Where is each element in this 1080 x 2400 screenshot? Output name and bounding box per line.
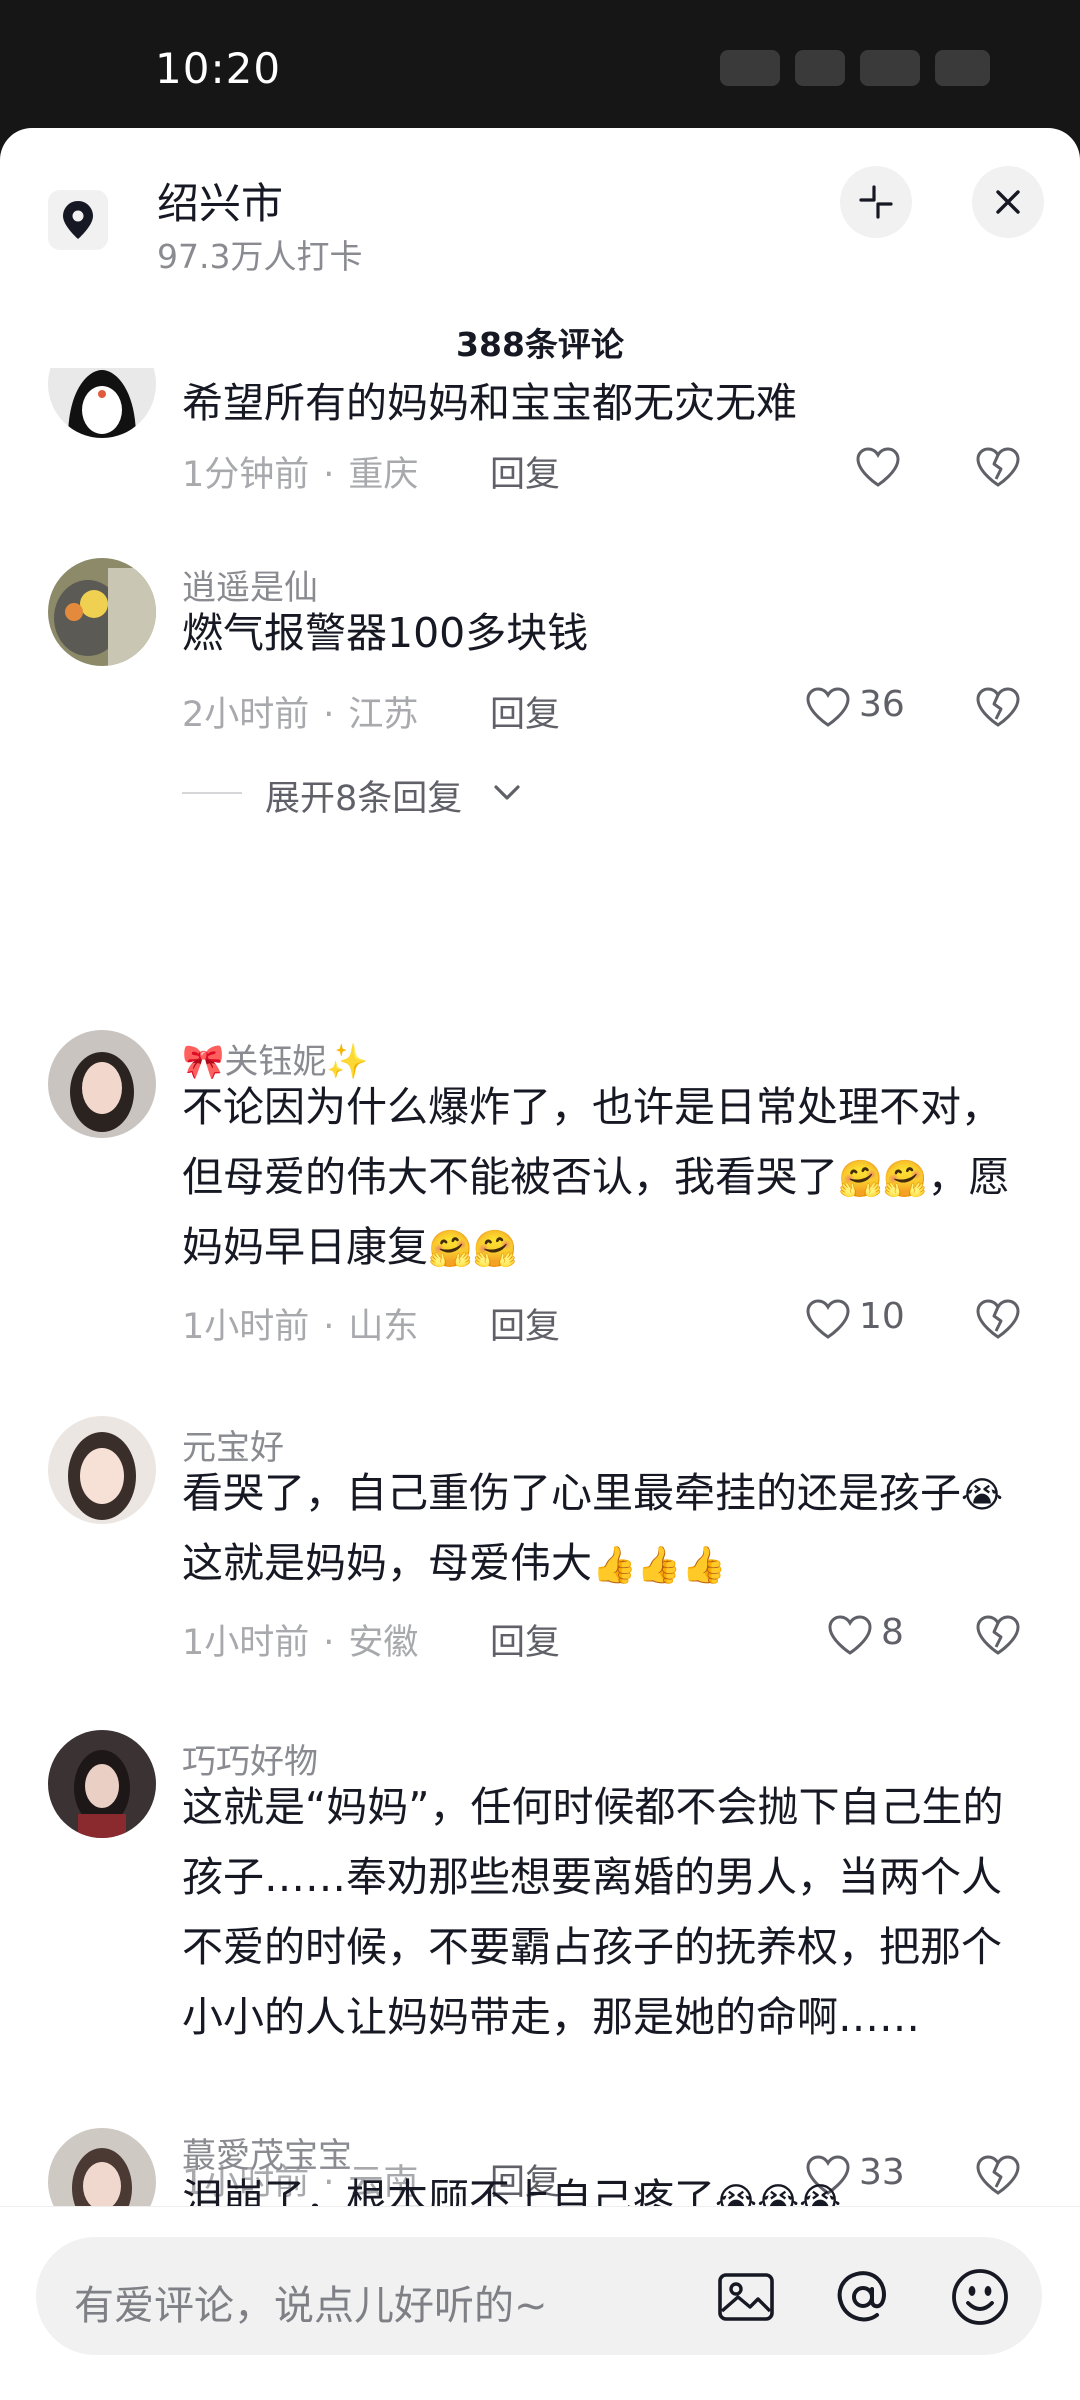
comment-meta: 1分钟前 · 重庆 [182, 455, 419, 495]
status-time: 10:20 [155, 44, 282, 93]
heart-icon [806, 1299, 850, 1339]
status-bar: 10:20 [0, 0, 1080, 128]
comment-item-partial: 蕞愛茂宝宝 泪崩了，根本顾不上自己疼了😭😭😭 [0, 2114, 1080, 2206]
dislike-heart-icon [976, 1299, 1020, 1339]
comment-text: 燃气报警器100多块钱 [182, 609, 589, 657]
comment-input-bar: 有爱评论，说点儿好听的~ [0, 2206, 1080, 2400]
like-count: 10 [859, 1296, 905, 1337]
dislike-button[interactable] [975, 1298, 1021, 1344]
comment-time: 1小时前 [182, 1307, 310, 1347]
comment-text: 不论因为什么爆炸了，也许是日常处理不对，但母爱的伟大不能被否认，我看哭了🤗🤗，愿… [182, 1072, 1012, 1282]
comment-region: 重庆 [348, 455, 419, 495]
avatar[interactable] [48, 1730, 156, 1838]
comment-text: 看哭了，自己重伤了心里最牵挂的还是孩子😭 这就是妈妈，母爱伟大👍👍👍 [182, 1458, 1012, 1598]
location-name[interactable]: 绍兴市 [157, 170, 283, 231]
reply-button[interactable]: 回复 [490, 1298, 560, 1349]
comment-region: 山东 [348, 1307, 419, 1347]
avatar[interactable] [48, 1030, 156, 1138]
comment-time: 1分钟前 [182, 455, 310, 495]
comment-time: 1小时前 [182, 1623, 310, 1663]
comment-text-part: 看哭了，自己重伤了心里最牵挂的还是孩子 [182, 1469, 961, 1517]
dislike-heart-icon [976, 1615, 1020, 1655]
collapse-icon [859, 185, 893, 219]
image-icon[interactable] [714, 2265, 778, 2329]
comment-list: 希望所有的妈妈和宝宝都无灾无难 1分钟前 · 重庆 回复 逍遥是仙 燃气报警器1… [0, 368, 1080, 2206]
location-header: 绍兴市 97.3万人打卡 [0, 128, 1080, 318]
comment-input[interactable]: 有爱评论，说点儿好听的~ [36, 2237, 1042, 2355]
dislike-button[interactable] [975, 1614, 1021, 1660]
comment-time: 2小时前 [182, 695, 310, 735]
status-icons [700, 50, 1010, 90]
comment-meta: 2小时前 · 江苏 [182, 695, 419, 735]
avatar[interactable] [48, 1416, 156, 1524]
comment-region: 安徽 [348, 1623, 419, 1663]
like-count: 36 [859, 684, 905, 725]
comment-count: 388条评论 [456, 325, 624, 364]
at-icon[interactable] [831, 2265, 895, 2329]
avatar[interactable] [48, 2128, 156, 2206]
hug-emoji: 🤗🤗 [428, 1229, 518, 1270]
close-icon [996, 190, 1020, 214]
dislike-button[interactable] [975, 686, 1021, 732]
comment-meta: 1小时前 · 山东 [182, 1307, 419, 1347]
close-button[interactable] [972, 166, 1044, 238]
comment-meta: 1小时前 · 安徽 [182, 1623, 419, 1663]
comment-text: 希望所有的妈妈和宝宝都无灾无难 [182, 379, 797, 427]
expand-replies-label: 展开8条回复 [265, 779, 463, 819]
comment-text-part: 这就是妈妈，母爱伟大 [182, 1539, 592, 1587]
comment-text: 泪崩了，根本顾不上自己疼了😭😭😭 [182, 2164, 1012, 2206]
collapse-button[interactable] [840, 166, 912, 238]
hug-emoji: 🤗🤗 [838, 1159, 928, 1200]
reply-button[interactable]: 回复 [490, 1614, 560, 1665]
dislike-button[interactable] [975, 446, 1021, 492]
like-count: 8 [881, 1612, 904, 1653]
comment-input-placeholder: 有爱评论，说点儿好听的~ [74, 2283, 548, 2329]
heart-icon [806, 687, 850, 727]
comment-region: 江苏 [348, 695, 419, 735]
chevron-down-icon [494, 785, 520, 800]
heart-icon [828, 1615, 872, 1655]
location-pin-icon [48, 190, 108, 250]
emoji-icon[interactable] [948, 2265, 1012, 2329]
crying-emoji: 😭 [961, 1475, 1004, 1516]
dislike-heart-icon [976, 687, 1020, 727]
reply-button[interactable]: 回复 [490, 686, 560, 737]
crying-emoji: 😭😭😭 [715, 2181, 842, 2207]
dislike-heart-icon [976, 447, 1020, 487]
avatar[interactable] [48, 558, 156, 666]
thumbs-up-emoji: 👍👍👍 [592, 1545, 727, 1586]
reply-button[interactable]: 回复 [490, 446, 560, 497]
location-checkins: 97.3万人打卡 [157, 237, 363, 276]
comments-sheet: 绍兴市 97.3万人打卡 388条评论 希望所有的妈妈和宝宝都无灾无难 1分钟前… [0, 128, 1080, 2400]
comment-text-part: 泪崩了，根本顾不上自己疼了 [182, 2175, 715, 2206]
heart-icon [856, 447, 900, 487]
avatar[interactable] [48, 368, 156, 438]
comment-text: 这就是“妈妈”，任何时候都不会抛下自己生的孩子……奉劝那些想要离婚的男人，当两个… [182, 1783, 1004, 2041]
